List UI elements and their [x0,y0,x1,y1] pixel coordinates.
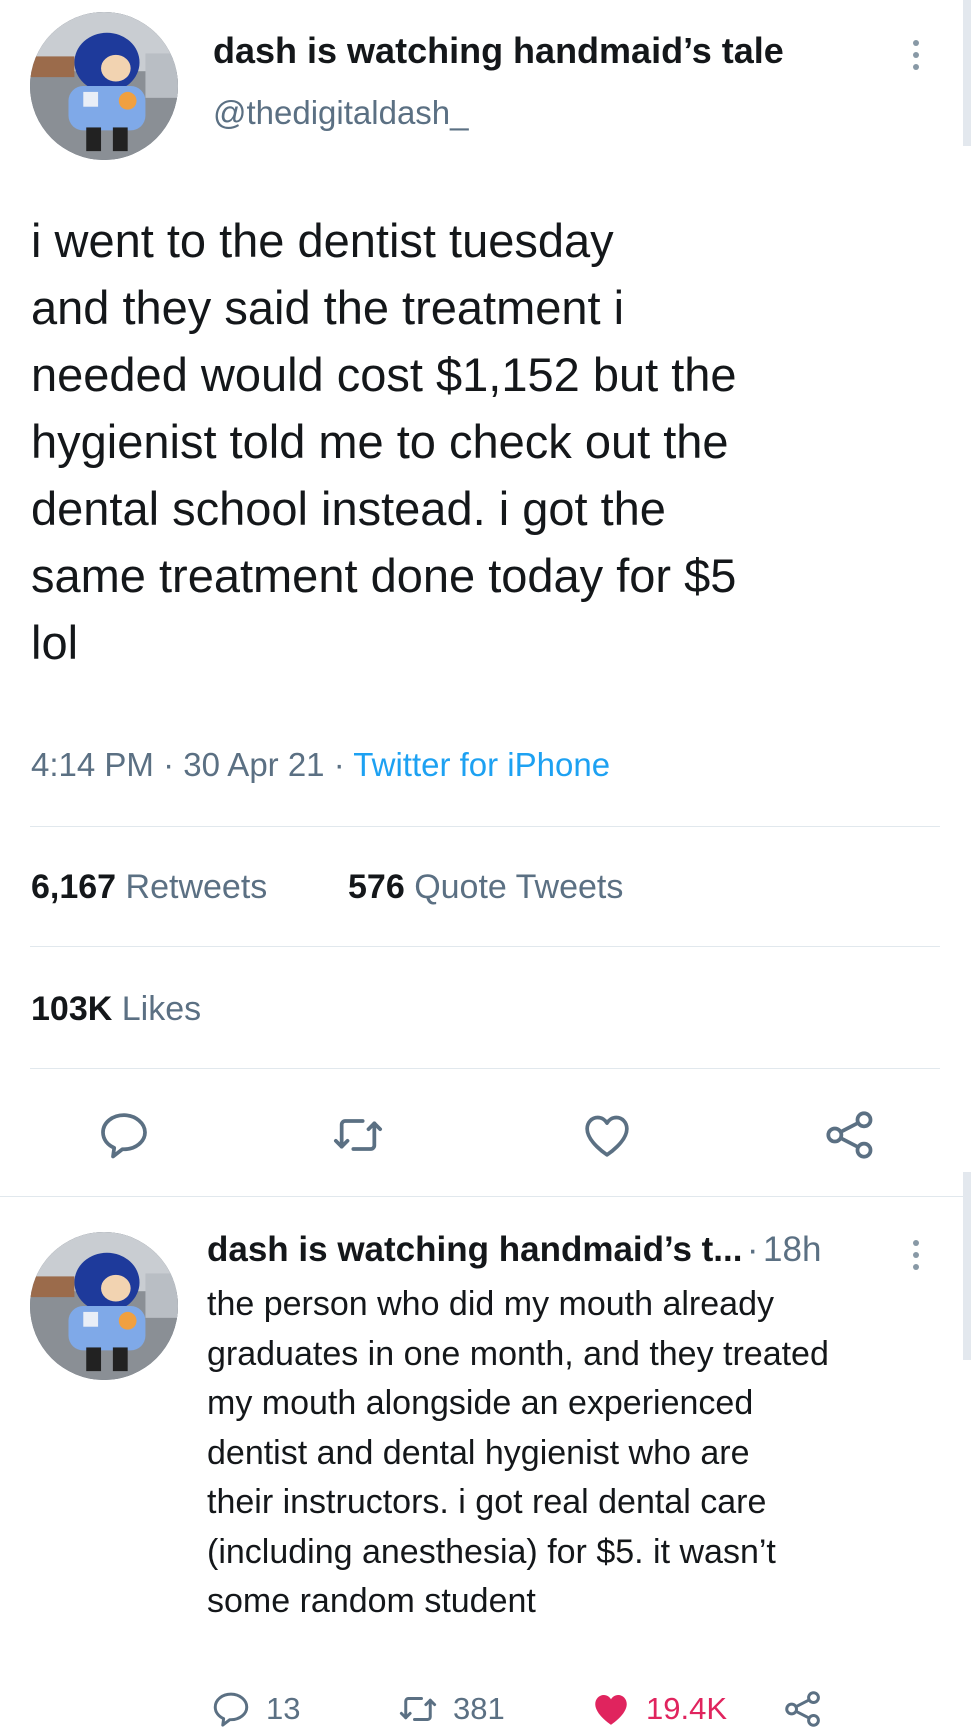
reply-header: dash is watching handmaid’s t... · 18h [207,1230,821,1270]
like-icon-filled [595,1695,627,1725]
tweet-date[interactable]: 30 Apr 21 [183,746,324,783]
reply-likes-button[interactable]: 19.4K [590,1688,727,1730]
share-icon[interactable] [822,1107,878,1163]
divider [30,1068,940,1069]
reply-icon[interactable] [96,1107,152,1163]
reply-count: 13 [266,1691,301,1726]
more-options-icon[interactable] [896,25,936,85]
avatar-image [30,12,178,160]
display-name[interactable]: dash is watching handmaid’s tale [213,30,784,72]
divider [0,1196,971,1197]
tweet-meta: 4:14 PM · 30 Apr 21 · Twitter for iPhone [31,746,610,784]
retweets-count: 6,167 [31,868,117,906]
scroll-indicator [963,0,971,146]
reply-display-name[interactable]: dash is watching handmaid’s t... [207,1230,742,1269]
reply-time[interactable]: 18h [763,1230,821,1269]
reply-text: the person who did my mouth already grad… [207,1285,829,1620]
reply-share-icon[interactable] [782,1688,824,1730]
retweet-icon[interactable] [330,1107,386,1163]
divider [30,826,940,827]
quote-tweets-stat[interactable]: 576 Quote Tweets [348,868,623,907]
retweets-stat[interactable]: 6,167 Retweets [31,868,267,907]
like-count: 19.4K [646,1691,728,1726]
reply-separator: · [746,1230,759,1269]
tweet-text: i went to the dentist tuesday and they s… [31,214,737,669]
quote-tweets-count: 576 [348,868,405,906]
meta-separator: · [333,746,345,783]
reply-more-options-icon[interactable] [896,1225,936,1285]
user-handle[interactable]: @thedigitaldash_ [213,94,469,132]
avatar-image [30,1232,178,1380]
retweets-label: Retweets [125,868,268,906]
reply-retweets-button[interactable]: 381 [397,1688,505,1730]
reply-icon [213,1692,249,1727]
likes-count: 103K [31,990,113,1028]
reply-replies-button[interactable]: 13 [210,1688,300,1730]
likes-label: Likes [121,990,202,1028]
avatar[interactable] [30,12,178,160]
tweet-source[interactable]: Twitter for iPhone [353,746,610,783]
meta-separator: · [163,746,175,783]
divider [30,946,940,947]
retweet-count: 381 [453,1691,505,1726]
like-icon[interactable] [579,1107,635,1163]
retweet-icon [399,1697,437,1721]
reply-avatar[interactable] [30,1232,178,1380]
tweet-time: 4:14 PM [31,746,154,783]
likes-stat[interactable]: 103K Likes [31,990,201,1029]
quote-tweets-label: Quote Tweets [414,868,624,906]
